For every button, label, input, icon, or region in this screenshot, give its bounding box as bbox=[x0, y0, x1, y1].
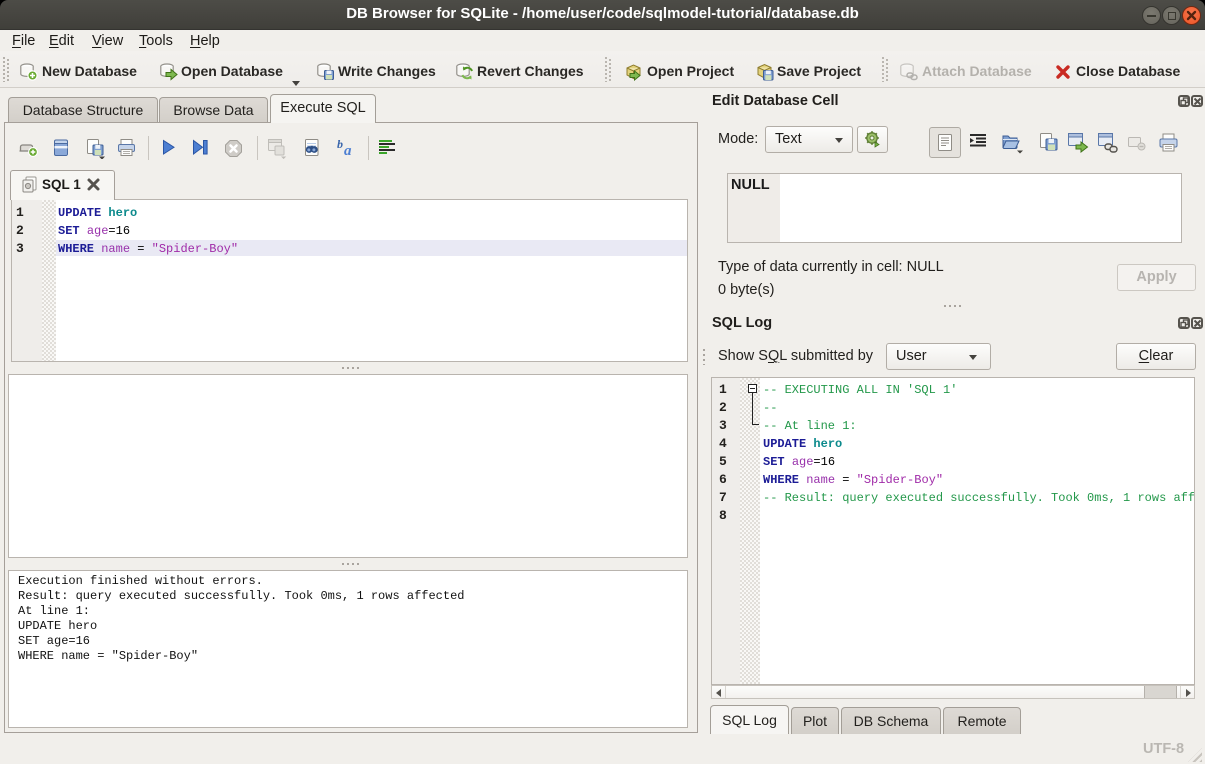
svg-text:b: b bbox=[337, 137, 343, 151]
svg-text:a: a bbox=[344, 143, 352, 158]
